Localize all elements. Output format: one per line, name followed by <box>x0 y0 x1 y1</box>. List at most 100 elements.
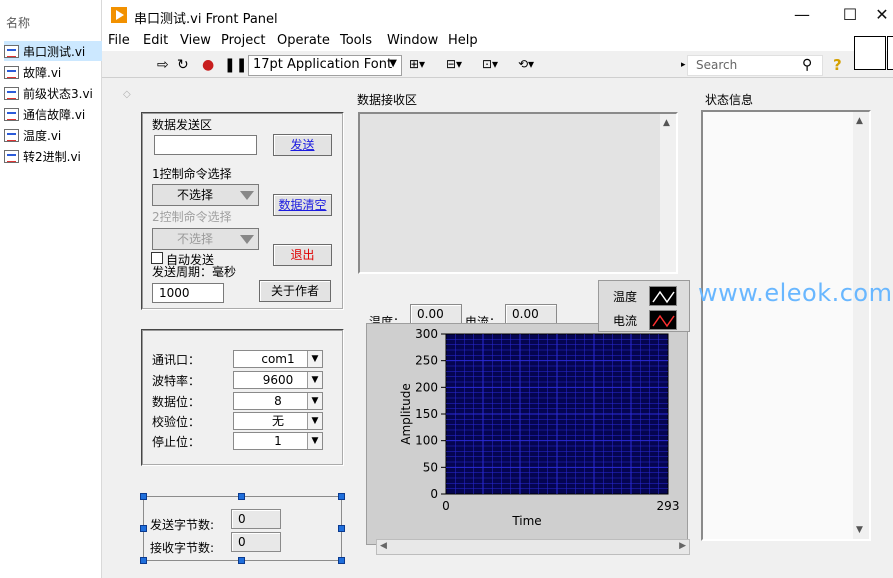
file-item[interactable]: 串口测试.vi <box>4 41 102 61</box>
chart-scrollbar[interactable]: ◀ ▶ <box>376 539 690 555</box>
scroll-up-icon[interactable]: ▲ <box>663 118 670 128</box>
maximize-button[interactable]: ☐ <box>830 4 870 26</box>
abort-icon[interactable]: ● <box>202 57 214 73</box>
minimize-button[interactable]: — <box>782 4 822 26</box>
stop-bits-value: 1 <box>274 434 282 448</box>
chevron-down-icon: ▼ <box>307 393 322 409</box>
file-item[interactable]: 通信故障.vi <box>4 104 102 124</box>
status-scrollbar[interactable]: ▲ ▼ <box>853 112 869 539</box>
font-select[interactable]: 17pt Application Font ▼ <box>248 55 402 76</box>
selection-handle[interactable] <box>140 525 147 532</box>
origin-marker-icon: ◇ <box>123 89 131 100</box>
data-bits-select[interactable]: 8 ▼ <box>233 392 323 410</box>
menu-help[interactable]: Help <box>448 33 478 48</box>
selection-handle[interactable] <box>338 557 345 564</box>
send-section-title: 数据发送区 <box>152 118 213 132</box>
vi-file-icon <box>4 65 19 79</box>
cmd1-label: 1控制命令选择 <box>152 167 232 181</box>
parity-value: 无 <box>271 414 284 428</box>
selection-handle[interactable] <box>238 557 245 564</box>
run-continuously-icon[interactable]: ↻ <box>177 57 189 73</box>
run-arrow-icon[interactable]: ⇨ <box>157 57 169 73</box>
parity-label: 校验位： <box>152 415 201 429</box>
selection-handle[interactable] <box>238 493 245 500</box>
clear-data-button[interactable]: 数据清空 <box>273 194 332 216</box>
legend-item-temperature[interactable]: 温度 <box>599 284 691 308</box>
file-item[interactable]: 故障.vi <box>4 62 102 82</box>
receive-textbox[interactable]: ▲ <box>358 112 678 274</box>
stop-bits-select[interactable]: 1 ▼ <box>233 432 323 450</box>
title-bar[interactable]: 串口测试.vi Front Panel — ☐ ✕ <box>102 0 893 31</box>
y-tick-label: 200 <box>415 380 438 394</box>
file-name: 故障.vi <box>23 65 62 80</box>
distribute-objects-icon[interactable]: ⊟▾ <box>446 57 462 71</box>
selection-handle[interactable] <box>338 493 345 500</box>
send-data-input[interactable] <box>154 135 257 155</box>
chevron-down-icon: ▼ <box>307 433 322 449</box>
scroll-left-icon[interactable]: ◀ <box>380 541 387 551</box>
received-bytes-indicator: 0 <box>231 532 281 552</box>
baud-rate-select[interactable]: 9600 ▼ <box>233 371 323 389</box>
vi-file-icon <box>4 107 19 121</box>
cmd1-select[interactable]: 不选择 <box>152 184 259 206</box>
align-objects-icon[interactable]: ⊞▾ <box>409 57 425 71</box>
menu-project[interactable]: Project <box>221 33 265 48</box>
file-item[interactable]: 转2进制.vi <box>4 146 102 166</box>
sent-bytes-indicator: 0 <box>231 509 281 529</box>
selection-handle[interactable] <box>140 493 147 500</box>
sent-bytes-label: 发送字节数: <box>150 518 215 532</box>
status-textbox[interactable]: ▲ ▼ <box>701 110 871 541</box>
y-tick-label: 50 <box>423 460 438 474</box>
current-indicator: 0.00 <box>505 304 557 324</box>
explorer-header[interactable]: 名称 <box>6 14 30 31</box>
close-button[interactable]: ✕ <box>870 4 893 26</box>
file-name: 转2进制.vi <box>23 149 81 164</box>
menu-file[interactable]: File <box>108 33 130 48</box>
pause-icon[interactable]: ❚❚ <box>224 57 247 73</box>
receive-scrollbar[interactable]: ▲ <box>660 114 676 272</box>
cmd2-select[interactable]: 不选择 <box>152 228 259 250</box>
file-item[interactable]: 前级状态3.vi <box>4 83 102 103</box>
search-icon[interactable]: ⚲ <box>802 57 812 73</box>
y-tick-label: 150 <box>415 407 438 421</box>
scroll-up-icon[interactable]: ▲ <box>856 116 863 126</box>
front-panel-window: 串口测试.vi Front Panel — ☐ ✕ File Edit View… <box>102 0 893 578</box>
scroll-down-icon[interactable]: ▼ <box>856 525 863 535</box>
serial-port-select[interactable]: com1 ▼ <box>233 350 323 368</box>
vi-icon-pane[interactable] <box>854 36 886 70</box>
send-button[interactable]: 发送 <box>273 134 332 156</box>
send-period-label: 发送周期：毫秒 <box>152 265 237 279</box>
file-item[interactable]: 温度.vi <box>4 125 102 145</box>
send-period-input[interactable]: 1000 <box>152 283 224 303</box>
menu-window[interactable]: Window <box>387 33 438 48</box>
legend-item-current[interactable]: 电流 <box>599 308 691 332</box>
cmd2-label: 2控制命令选择 <box>152 210 232 224</box>
x-tick-label: 0 <box>442 499 450 513</box>
menu-edit[interactable]: Edit <box>143 33 168 48</box>
y-tick-label: 100 <box>415 434 438 448</box>
menu-bar: File Edit View Project Operate Tools Win… <box>102 31 893 51</box>
help-icon[interactable]: ? <box>833 56 842 74</box>
file-name: 温度.vi <box>23 128 62 143</box>
resize-objects-icon[interactable]: ⊡▾ <box>482 57 498 71</box>
y-tick-label: 300 <box>415 327 438 341</box>
waveform-chart[interactable]: 0 50 100 150 200 250 300 0 293 Time Amplitude <box>366 323 688 545</box>
connector-pane[interactable] <box>887 36 893 70</box>
cmd2-value: 不选择 <box>177 232 214 246</box>
window-title: 串口测试.vi Front Panel <box>134 12 278 27</box>
chevron-right-icon[interactable]: ▸ <box>681 60 686 70</box>
menu-view[interactable]: View <box>180 33 211 48</box>
data-bits-value: 8 <box>274 394 282 408</box>
exit-button[interactable]: 退出 <box>273 244 332 266</box>
about-author-button[interactable]: 关于作者 <box>259 280 331 302</box>
status-section-title: 状态信息 <box>705 93 754 107</box>
scroll-right-icon[interactable]: ▶ <box>679 541 686 551</box>
baud-rate-label: 波特率： <box>152 374 201 388</box>
selection-handle[interactable] <box>140 557 147 564</box>
menu-operate[interactable]: Operate <box>277 33 330 48</box>
reorder-icon[interactable]: ⟲▾ <box>518 57 534 71</box>
plot-legend[interactable]: 温度 电流 <box>598 280 690 332</box>
selection-handle[interactable] <box>338 525 345 532</box>
parity-select[interactable]: 无 ▼ <box>233 412 323 430</box>
menu-tools[interactable]: Tools <box>340 33 372 48</box>
